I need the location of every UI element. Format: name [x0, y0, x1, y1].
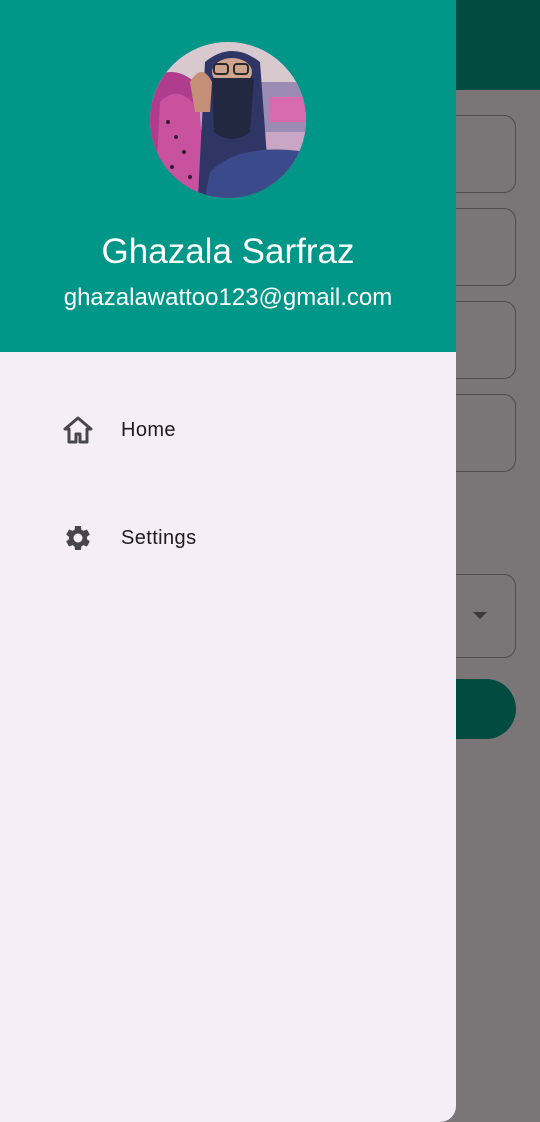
account-name: Ghazala Sarfraz [101, 232, 355, 271]
drawer-item-home[interactable]: Home [0, 390, 456, 470]
drawer-item-label: Home [121, 418, 176, 441]
profile-photo [150, 42, 306, 198]
gear-icon [62, 522, 94, 554]
drawer-header: Ghazala Sarfraz ghazalawattoo123@gmail.c… [0, 0, 456, 352]
dropdown-arrow-icon [473, 612, 487, 619]
account-email: ghazalawattoo123@gmail.com [63, 284, 393, 311]
drawer-item-settings[interactable]: Settings [0, 498, 456, 578]
avatar[interactable] [150, 42, 306, 198]
home-icon [62, 414, 94, 446]
drawer-item-label: Settings [121, 526, 197, 549]
navigation-drawer: Ghazala Sarfraz ghazalawattoo123@gmail.c… [0, 0, 456, 1122]
